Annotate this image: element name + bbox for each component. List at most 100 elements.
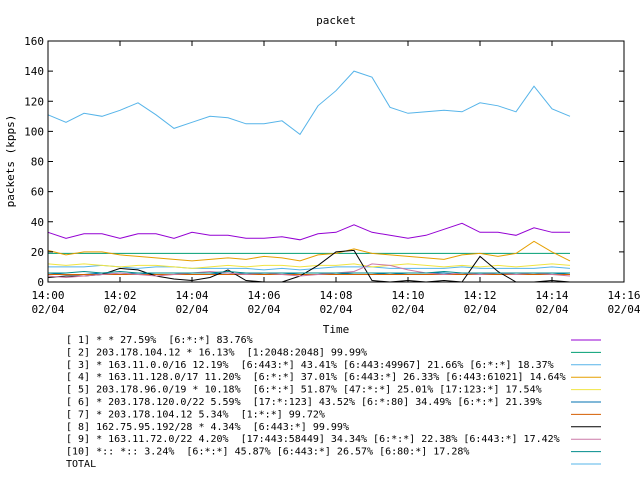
x-tick-label-date: 02/04 [31, 303, 64, 316]
x-tick-label-time: 14:16 [607, 289, 640, 302]
data-point [281, 120, 283, 122]
data-point [497, 268, 499, 270]
data-point [335, 266, 337, 268]
data-point [371, 274, 373, 276]
data-point [389, 235, 391, 237]
data-point [533, 265, 535, 267]
data-point [443, 274, 445, 276]
data-point [209, 235, 211, 237]
data-point [83, 266, 85, 268]
data-point [353, 266, 355, 268]
data-point [227, 265, 229, 267]
y-tick-label: 20 [31, 246, 44, 259]
data-point [443, 266, 445, 268]
data-point [515, 253, 517, 255]
data-point [119, 266, 121, 268]
data-point [65, 238, 67, 240]
legend-label: [ 2] 203.178.104.12 * 16.13% [1:2048:204… [66, 347, 367, 358]
data-point [407, 238, 409, 240]
data-point [173, 272, 175, 274]
data-point [119, 238, 121, 240]
data-point [533, 241, 535, 243]
data-point [569, 232, 571, 234]
data-point [551, 108, 553, 110]
x-tick-label-date: 02/04 [535, 303, 568, 316]
data-point [317, 253, 319, 255]
x-tick-label-time: 14:14 [535, 289, 568, 302]
data-point [101, 265, 103, 267]
data-point [353, 272, 355, 274]
data-point [65, 272, 67, 274]
data-point [533, 253, 535, 255]
chart-title: packet [316, 14, 356, 27]
data-point [389, 107, 391, 109]
data-point [83, 275, 85, 277]
data-point [65, 266, 67, 268]
data-point [425, 274, 427, 276]
data-point [227, 117, 229, 119]
data-point [65, 275, 67, 277]
data-point [209, 266, 211, 268]
y-tick-label: 160 [24, 35, 44, 48]
data-point [533, 268, 535, 270]
data-point [83, 271, 85, 273]
data-point [83, 274, 85, 276]
data-point [461, 265, 463, 267]
data-point [515, 268, 517, 270]
data-point [155, 274, 157, 276]
data-point [281, 257, 283, 259]
data-point [461, 266, 463, 268]
data-point [425, 111, 427, 113]
data-point [173, 274, 175, 276]
data-point [551, 232, 553, 234]
data-point [245, 268, 247, 270]
legend-label: [ 4] * 163.11.128.0/17 11.20% [6:*:*] 37… [66, 372, 566, 383]
data-point [65, 254, 67, 256]
data-point [461, 274, 463, 276]
data-point [569, 272, 571, 274]
data-point [227, 253, 229, 255]
data-point [191, 268, 193, 270]
data-point [353, 271, 355, 273]
y-axis-label: packets (kpps) [4, 115, 17, 208]
data-point [83, 233, 85, 235]
data-point [389, 268, 391, 270]
chart-svg: packet packets (kpps) Time 0 20 40 60 80 100 1… [0, 0, 640, 480]
data-point [533, 272, 535, 274]
data-point [155, 266, 157, 268]
data-point [173, 128, 175, 130]
y-tick-label: 100 [24, 125, 44, 138]
data-point [407, 113, 409, 115]
data-point [209, 272, 211, 274]
data-point [245, 274, 247, 276]
data-point [137, 268, 139, 270]
data-point [317, 268, 319, 270]
data-point [461, 111, 463, 113]
data-point [137, 253, 139, 255]
data-point [263, 269, 265, 271]
data-point [407, 272, 409, 274]
data-point [353, 250, 355, 252]
data-point [461, 253, 463, 255]
data-point [551, 266, 553, 268]
data-point [83, 253, 85, 255]
data-point [119, 110, 121, 112]
data-point [83, 113, 85, 115]
data-point [299, 134, 301, 136]
chart-background [0, 0, 640, 480]
data-point [119, 254, 121, 256]
legend-label: [ 3] * 163.11.0.0/16 12.19% [6:443:*] 43… [66, 360, 554, 371]
data-point [245, 266, 247, 268]
data-point [443, 229, 445, 231]
data-point [245, 238, 247, 240]
data-point [479, 272, 481, 274]
data-point [101, 272, 103, 274]
data-point [389, 253, 391, 255]
data-point [407, 269, 409, 271]
data-point [137, 274, 139, 276]
data-point [65, 253, 67, 255]
data-point [515, 266, 517, 268]
data-point [335, 272, 337, 274]
data-point [551, 274, 553, 276]
data-point [191, 122, 193, 124]
